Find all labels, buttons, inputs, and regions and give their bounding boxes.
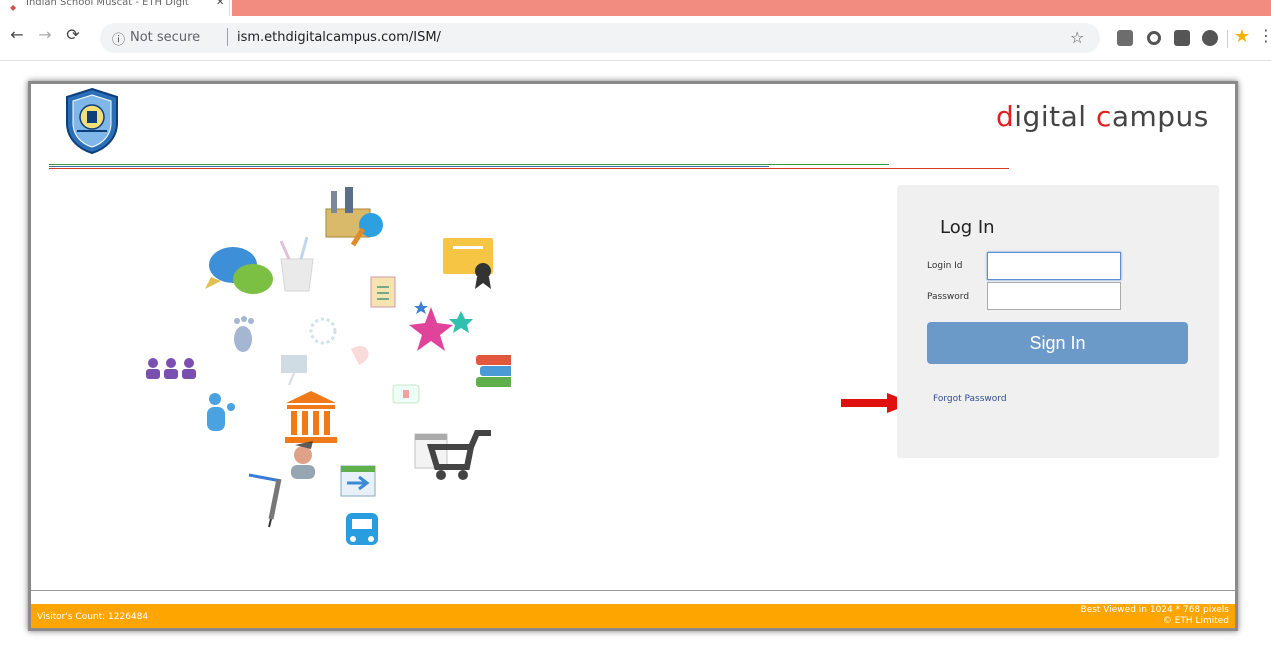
forgot-password-link[interactable]: Forgot Password (933, 394, 1007, 404)
footer-divider (31, 590, 1235, 591)
extension-new-icon[interactable] (1117, 30, 1133, 46)
login-title: Log In (940, 217, 995, 238)
visitor-count: Visitor's Count: 1226484 (37, 612, 149, 622)
info-icon[interactable]: ⓘ (112, 29, 125, 48)
browser-tabstrip: ◆ Indian School Muscat - ETH Digit ✕ (0, 0, 1271, 16)
best-viewed-text: Best Viewed in 1024 * 768 pixels (1080, 605, 1229, 615)
pencil-cup-icon (279, 236, 314, 292)
graduate-icon (291, 441, 315, 479)
not-secure-label: Not secure (130, 30, 201, 45)
tools-box-icon (325, 187, 383, 247)
books-icon (476, 355, 511, 387)
extension-user-icon[interactable] (1202, 30, 1218, 46)
footprint-icon (234, 316, 254, 352)
footer-info: Best Viewed in 1024 * 768 pixels © ETH L… (1081, 605, 1229, 627)
new-tab-area[interactable] (232, 0, 1271, 16)
medkit-icon (392, 384, 420, 404)
institution-building-icon (285, 391, 337, 443)
tab-favicon-icon: ◆ (10, 3, 17, 12)
tab-close-icon[interactable]: ✕ (216, 0, 224, 8)
bookmark-extension-star-icon[interactable]: ★ (1234, 26, 1250, 47)
url-text[interactable]: ism.ethdigitalcampus.com/ISM/ (237, 30, 441, 45)
url-separator (227, 28, 228, 46)
schedule-icon (340, 465, 376, 497)
divider-blue (49, 166, 769, 167)
copyright-text: © ETH Limited (1162, 616, 1229, 626)
feather-icon (351, 346, 369, 365)
password-label: Password (927, 292, 970, 302)
clipboard-icon (370, 276, 396, 308)
gear-faint-icon (309, 317, 337, 345)
bus-icon (346, 513, 378, 545)
login-panel: Log In Login Id Password Sign In Forgot … (897, 185, 1219, 458)
footer-bar: Visitor's Count: 1226484 Best Viewed in … (31, 604, 1235, 628)
digital-campus-brand: digital campus (996, 100, 1209, 133)
toolbar-separator (1227, 30, 1228, 48)
easel-icon (281, 355, 307, 386)
login-id-input[interactable] (987, 252, 1121, 280)
certificate-icon (443, 238, 493, 289)
tab-title: Indian School Muscat - ETH Digit (26, 0, 189, 8)
browser-tab[interactable]: ◆ Indian School Muscat - ETH Digit ✕ (4, 0, 230, 16)
reload-icon[interactable]: ⟳ (62, 25, 84, 44)
forward-arrow-icon[interactable]: → (34, 25, 56, 44)
campus-features-illustration (146, 187, 511, 545)
password-input[interactable] (987, 282, 1121, 310)
chat-bubbles-icon (205, 247, 273, 294)
browser-toolbar: ← → ⟳ ⓘ Not secure ism.ethdigitalcampus.… (0, 16, 1271, 61)
back-arrow-icon[interactable]: ← (6, 25, 28, 44)
login-id-label: Login Id (927, 261, 963, 271)
address-bar[interactable]: ⓘ Not secure ism.ethdigitalcampus.com/IS… (100, 23, 1100, 53)
school-logo (66, 87, 118, 155)
browser-menu-icon[interactable]: ⋮ (1258, 26, 1271, 45)
sign-in-button[interactable]: Sign In (927, 322, 1188, 364)
pen-icon (248, 473, 282, 528)
divider-green (49, 164, 889, 165)
extension-square-icon[interactable] (1174, 30, 1190, 46)
user-group-icon (146, 358, 196, 379)
divider-red (49, 168, 1009, 169)
bookmark-star-icon[interactable]: ☆ (1070, 28, 1084, 47)
parent-child-icon (207, 393, 235, 431)
page-frame: digital campus Log In Login Id Password … (28, 81, 1238, 631)
extension-circle-icon[interactable] (1147, 31, 1161, 45)
stars-icon (409, 301, 473, 351)
